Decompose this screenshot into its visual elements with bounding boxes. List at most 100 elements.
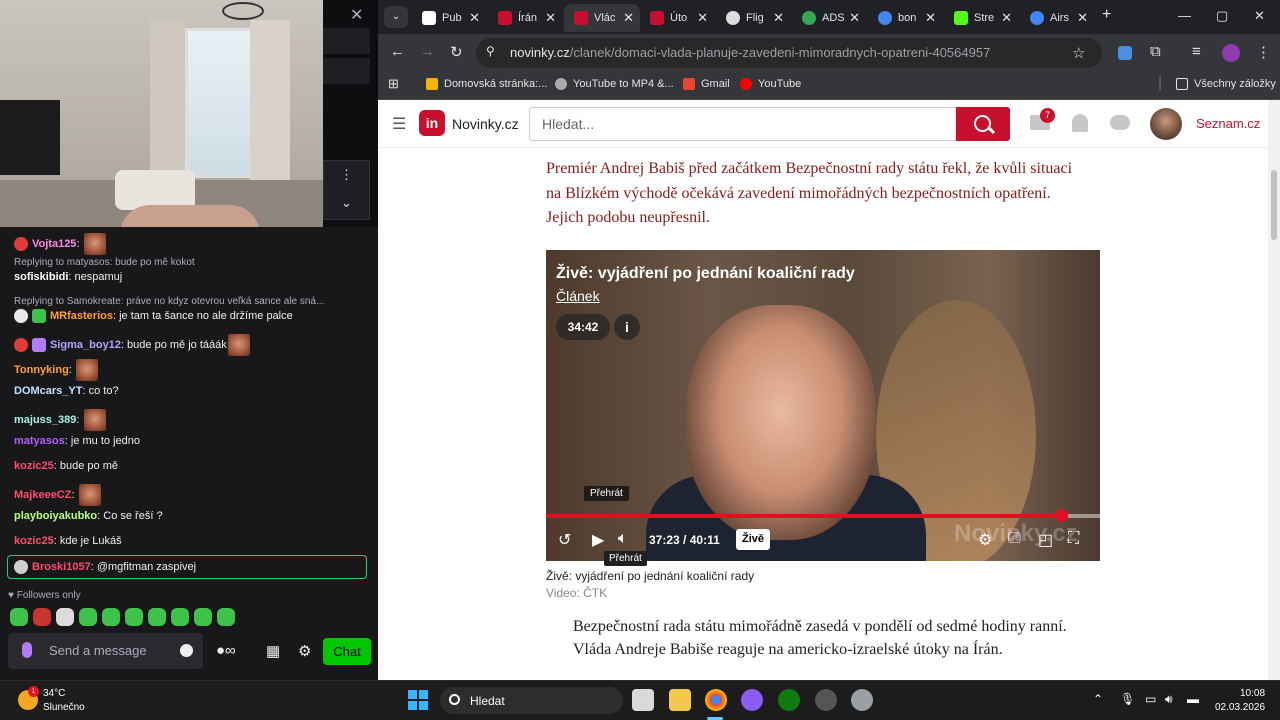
close-icon[interactable]: ✕ bbox=[350, 5, 363, 25]
emote-icon[interactable] bbox=[148, 608, 166, 626]
apps-icon[interactable]: ⊞ bbox=[388, 76, 399, 92]
emoji-icon[interactable] bbox=[180, 644, 193, 657]
chat-bubble-icon[interactable] bbox=[1110, 115, 1130, 130]
tab-search-button[interactable]: ⌄ bbox=[384, 6, 408, 28]
close-icon[interactable]: ✕ bbox=[849, 4, 860, 32]
store-icon[interactable]: ▦ bbox=[266, 642, 280, 660]
tab[interactable]: Airs ✕ bbox=[1020, 4, 1094, 32]
url-text[interactable]: novinky.cz/clanek/domaci-vlada-planuje-z… bbox=[510, 45, 990, 60]
close-icon[interactable]: ✕ bbox=[773, 4, 784, 32]
bookmark-item[interactable]: YouTube bbox=[740, 78, 801, 91]
close-icon[interactable]: ✕ bbox=[623, 4, 634, 32]
scrollbar-thumb[interactable] bbox=[1271, 170, 1277, 240]
mic-icon[interactable]: 🎙︎ bbox=[1120, 692, 1135, 706]
tab[interactable]: Pub ✕ bbox=[412, 4, 486, 32]
close-icon[interactable]: ✕ bbox=[697, 4, 708, 32]
kebab-menu-icon[interactable]: ⋮ bbox=[1256, 43, 1271, 61]
emote-icon[interactable] bbox=[79, 608, 97, 626]
chat-username[interactable]: kozic25 bbox=[14, 535, 54, 547]
emote-icon[interactable] bbox=[125, 608, 143, 626]
close-icon[interactable]: ✕ bbox=[469, 4, 480, 32]
emote-icon[interactable] bbox=[33, 608, 51, 626]
video-article-link[interactable]: Článek bbox=[556, 288, 600, 304]
seznam-link[interactable]: Seznam.cz bbox=[1196, 116, 1260, 131]
tab[interactable]: ADS ✕ bbox=[792, 4, 866, 32]
tab[interactable]: Stre ✕ bbox=[944, 4, 1018, 32]
task-view-icon[interactable] bbox=[632, 689, 654, 711]
profile-avatar[interactable] bbox=[1222, 44, 1240, 62]
emote-icon[interactable] bbox=[10, 608, 28, 626]
chat-username[interactable]: kozic25 bbox=[14, 460, 54, 472]
weather-condition[interactable]: Slunečno bbox=[43, 702, 85, 713]
chat-username[interactable]: Sigma_boy12 bbox=[50, 339, 121, 351]
volume-icon[interactable]: 🔈︎ bbox=[618, 530, 628, 548]
clock-time[interactable]: 10:08 bbox=[1240, 688, 1265, 699]
back-icon[interactable]: ← bbox=[390, 43, 405, 60]
clock-date[interactable]: 02.03.2026 bbox=[1215, 702, 1265, 713]
video-player[interactable]: Živě: vyjádření po jednání koaliční rady… bbox=[546, 250, 1100, 561]
bookmark-star-icon[interactable]: ☆ bbox=[1072, 44, 1085, 62]
close-icon[interactable]: ✕ bbox=[925, 4, 936, 32]
site-info-icon[interactable]: ⚲ bbox=[486, 44, 495, 58]
chevron-down-icon[interactable]: ⌄ bbox=[324, 189, 369, 217]
bookmark-item[interactable]: Gmail bbox=[683, 78, 730, 91]
site-search-input[interactable]: Hledat... bbox=[529, 107, 959, 141]
bell-icon[interactable] bbox=[1072, 114, 1088, 132]
new-tab-button[interactable]: + bbox=[1102, 6, 1111, 24]
novinky-logo[interactable]: in bbox=[419, 110, 445, 136]
chat-username[interactable]: majuss_389 bbox=[14, 414, 76, 426]
miniplayer-icon[interactable]: ◰ bbox=[1038, 530, 1053, 550]
battery-icon[interactable]: ▬ bbox=[1187, 692, 1199, 706]
obs-icon[interactable] bbox=[815, 689, 837, 711]
chat-username[interactable]: MRfasterios bbox=[50, 310, 113, 322]
more-options-icon[interactable]: ⋮ bbox=[324, 161, 369, 189]
close-window-icon[interactable]: ✕ bbox=[1254, 8, 1265, 24]
bookmark-item[interactable]: YouTube to MP4 &... bbox=[555, 78, 674, 91]
forward-icon[interactable]: → bbox=[420, 43, 435, 60]
chat-username[interactable]: Broski1057 bbox=[32, 561, 91, 573]
search-button[interactable] bbox=[956, 107, 1010, 141]
chat-username[interactable]: matyasos bbox=[14, 435, 65, 447]
tab[interactable]: Flig ✕ bbox=[716, 4, 790, 32]
chat-username[interactable]: MajkeeeCZ bbox=[14, 489, 71, 501]
mic-icon[interactable] bbox=[22, 642, 32, 658]
chat-username[interactable]: Tonnyking bbox=[14, 364, 69, 376]
chevron-up-icon[interactable]: ⌃ bbox=[1093, 692, 1103, 706]
puzzle-icon[interactable]: ⧉ bbox=[1150, 43, 1161, 60]
cast-icon[interactable]: ⎚ bbox=[1008, 530, 1021, 548]
chat-message-input[interactable]: Send a message bbox=[8, 633, 203, 669]
chat-username[interactable]: sofiskibidi bbox=[14, 271, 68, 283]
chat-username[interactable]: DOMcars_YT bbox=[14, 385, 82, 397]
app-icon[interactable] bbox=[741, 689, 763, 711]
info-icon[interactable]: i bbox=[614, 314, 640, 340]
chat-username[interactable]: playboiyakubko bbox=[14, 510, 97, 522]
media-icon[interactable]: ≡ bbox=[1192, 43, 1201, 60]
close-icon[interactable]: ✕ bbox=[1001, 4, 1012, 32]
volume-icon[interactable]: 🔊︎ bbox=[1165, 692, 1173, 707]
stream-menu[interactable]: ⋮ ⌄ bbox=[323, 160, 370, 220]
replay-icon[interactable]: ↺ bbox=[558, 530, 571, 550]
hamburger-menu-icon[interactable]: ☰ bbox=[392, 114, 406, 134]
video-progress-handle[interactable] bbox=[1055, 509, 1068, 522]
maximize-icon[interactable]: ▢ bbox=[1216, 8, 1228, 24]
file-explorer-icon[interactable] bbox=[669, 689, 691, 711]
xbox-icon[interactable] bbox=[778, 689, 800, 711]
extension-icon[interactable] bbox=[1118, 46, 1132, 60]
minimize-icon[interactable]: — bbox=[1178, 8, 1191, 23]
close-icon[interactable]: ✕ bbox=[545, 4, 556, 32]
emote-icon[interactable] bbox=[171, 608, 189, 626]
tab-active[interactable]: Vlác ✕ bbox=[564, 4, 640, 32]
fullscreen-icon[interactable]: ⛶ bbox=[1068, 530, 1079, 548]
user-avatar[interactable] bbox=[1150, 108, 1182, 140]
reload-icon[interactable]: ↻ bbox=[450, 43, 463, 61]
close-icon[interactable]: ✕ bbox=[1077, 4, 1088, 32]
site-name[interactable]: Novinky.cz bbox=[452, 116, 519, 132]
tab[interactable]: Írán ✕ bbox=[488, 4, 562, 32]
tab[interactable]: Úto ✕ bbox=[640, 4, 714, 32]
network-icon[interactable]: ▭ bbox=[1145, 692, 1156, 706]
live-button[interactable]: Živě bbox=[736, 529, 770, 550]
settings-icon[interactable]: ⚙ bbox=[978, 530, 992, 550]
emote-icon[interactable] bbox=[102, 608, 120, 626]
gear-icon[interactable]: ⚙ bbox=[298, 642, 311, 660]
all-bookmarks-button[interactable]: Všechny záložky bbox=[1176, 78, 1276, 91]
